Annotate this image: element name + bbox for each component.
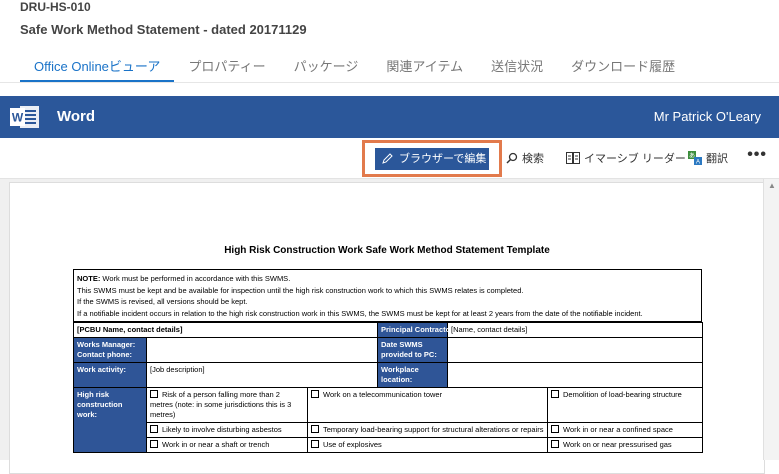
note-line: If a notifiable incident occurs in relat… bbox=[77, 309, 643, 318]
command-bar: ブラウザーで編集 検索 イマーシブ リーダー あ A 翻訳 ••• bbox=[0, 138, 779, 179]
checkbox[interactable] bbox=[551, 440, 560, 448]
user-name[interactable]: Mr Patrick O'Leary bbox=[654, 109, 761, 124]
swms-form-table: [PCBU Name, contact details] Principal C… bbox=[72, 322, 704, 453]
date-swms-label: Date SWMS provided to PC: bbox=[377, 337, 449, 363]
translate-label: 翻訳 bbox=[706, 153, 728, 165]
tab-download-history[interactable]: ダウンロード履歴 bbox=[557, 58, 689, 82]
edit-in-browser-highlight: ブラウザーで編集 bbox=[362, 140, 502, 177]
checkbox[interactable] bbox=[311, 440, 319, 448]
tab-properties[interactable]: プロパティー bbox=[174, 58, 279, 82]
risk-item[interactable]: Temporary load-bearing support for struc… bbox=[306, 422, 549, 438]
tab-bar: Office Onlineビューア プロパティー パッケージ 関連アイテム 送信… bbox=[20, 58, 689, 82]
tab-office-online-viewer[interactable]: Office Onlineビューア bbox=[20, 58, 175, 82]
workplace-location-value bbox=[447, 362, 704, 388]
edit-in-browser-button[interactable]: ブラウザーで編集 bbox=[375, 148, 489, 170]
risk-item[interactable]: Likely to involve disturbing asbestos bbox=[146, 422, 308, 438]
document-canvas[interactable]: High Risk Construction Work Safe Work Me… bbox=[0, 179, 765, 474]
more-options-button[interactable]: ••• bbox=[747, 146, 767, 164]
note-line: NOTE: Work must be performed in accordan… bbox=[77, 274, 291, 283]
high-risk-label: High risk construction work: bbox=[73, 387, 147, 453]
svg-text:W: W bbox=[12, 111, 24, 125]
template-title: High Risk Construction Work Safe Work Me… bbox=[224, 245, 550, 256]
checkbox[interactable] bbox=[311, 390, 319, 398]
work-activity-value: [Job description] bbox=[145, 362, 379, 388]
checkbox[interactable] bbox=[150, 440, 158, 448]
pcbu-field: [PCBU Name, contact details] bbox=[72, 322, 379, 338]
works-manager-label: Works Manager: Contact phone: bbox=[73, 337, 147, 363]
immersive-reader-icon bbox=[566, 152, 580, 164]
document-page: High Risk Construction Work Safe Work Me… bbox=[9, 182, 765, 474]
principal-contractor-label: Principal Contractor (PC) bbox=[377, 322, 471, 338]
translate-icon: あ A bbox=[688, 151, 702, 165]
risk-item[interactable]: Work on a telecommunication tower bbox=[306, 387, 549, 423]
note-box: NOTE: Work must be performed in accordan… bbox=[73, 269, 702, 322]
document-title: Safe Work Method Statement - dated 20171… bbox=[20, 22, 307, 37]
risk-item[interactable]: Demolition of load-bearing structure bbox=[547, 387, 704, 423]
tab-package[interactable]: パッケージ bbox=[280, 58, 373, 82]
workplace-location-label: Workplace location: bbox=[377, 362, 449, 388]
checkbox[interactable] bbox=[150, 390, 158, 398]
risk-item[interactable]: Work in or near a confined space bbox=[547, 422, 704, 438]
date-swms-value bbox=[447, 337, 704, 363]
translate-button[interactable]: あ A 翻訳 bbox=[688, 150, 728, 166]
word-logo-icon[interactable]: W bbox=[10, 105, 40, 129]
checkbox[interactable] bbox=[551, 390, 560, 398]
search-icon bbox=[506, 152, 518, 164]
immersive-reader-label: イマーシブ リーダー bbox=[584, 153, 686, 165]
checkbox[interactable] bbox=[311, 425, 319, 433]
principal-contractor-value: [Name, contact details] bbox=[447, 322, 704, 338]
search-label: 検索 bbox=[522, 153, 544, 165]
immersive-reader-button[interactable]: イマーシブ リーダー bbox=[566, 150, 686, 166]
note-line: If the SWMS is revised, all versions sho… bbox=[77, 297, 248, 306]
risk-item[interactable]: Risk of a person falling more than 2 met… bbox=[146, 387, 308, 423]
edit-in-browser-label: ブラウザーで編集 bbox=[399, 153, 487, 165]
risk-item[interactable]: Work in or near a shaft or trench bbox=[146, 437, 308, 453]
works-manager-value bbox=[145, 337, 379, 363]
risk-item[interactable]: Work on or near pressurised gas bbox=[547, 437, 704, 453]
tab-send-status[interactable]: 送信状況 bbox=[477, 58, 557, 82]
tab-related-items[interactable]: 関連アイテム bbox=[372, 58, 477, 82]
checkbox[interactable] bbox=[150, 425, 158, 433]
svg-text:A: A bbox=[696, 160, 700, 166]
work-activity-label: Work activity: bbox=[73, 362, 147, 388]
search-button[interactable]: 検索 bbox=[506, 150, 544, 166]
risk-item[interactable]: Use of explosives bbox=[306, 437, 549, 453]
app-name: Word bbox=[57, 108, 96, 125]
note-line: This SWMS must be kept and be available … bbox=[77, 286, 524, 295]
scroll-up-arrow-icon[interactable]: ▲ bbox=[768, 181, 776, 190]
vertical-scrollbar[interactable]: ▲ bbox=[763, 179, 779, 460]
checkbox[interactable] bbox=[551, 425, 560, 433]
tab-divider bbox=[0, 82, 779, 83]
document-id: DRU-HS-010 bbox=[20, 0, 91, 14]
svg-text:あ: あ bbox=[689, 153, 695, 160]
pencil-icon bbox=[382, 153, 393, 164]
word-header-bar: W Word Mr Patrick O'Leary bbox=[0, 96, 779, 138]
